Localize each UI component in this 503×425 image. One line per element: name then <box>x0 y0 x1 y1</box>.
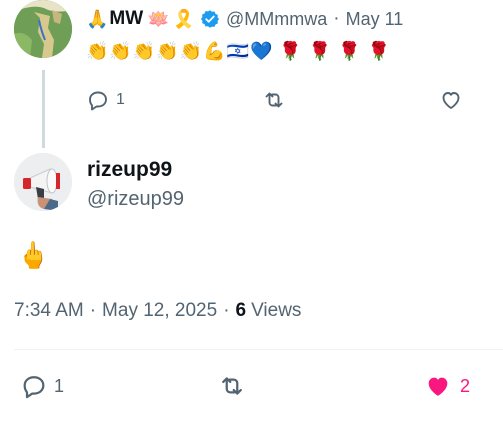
parent-reply-count: 1 <box>116 91 125 108</box>
clap-emoji: 👏 <box>86 41 109 61</box>
rose-emoji: 🌹 <box>308 41 332 61</box>
parent-like-button[interactable] <box>439 88 463 112</box>
header-separator: · <box>333 8 340 29</box>
verified-badge-icon <box>200 9 220 29</box>
views-count: 6 <box>235 300 247 321</box>
heart-filled-icon <box>428 377 448 396</box>
megaphone-avatar-image <box>14 153 72 211</box>
pray-emoji: 🙏 <box>86 9 109 29</box>
reply-display-name[interactable]: rizeup99 <box>87 158 172 182</box>
blue-heart-emoji: 💙 <box>249 41 273 61</box>
like-count: 2 <box>460 375 471 396</box>
clap-emoji: 👏 <box>179 41 203 61</box>
meta-separator: · <box>223 300 230 321</box>
clap-emoji: 👏 <box>109 41 132 61</box>
parent-reply-button[interactable]: 1 <box>86 88 125 112</box>
retweet-icon <box>265 92 283 108</box>
clap-emoji: 👏 <box>132 41 156 61</box>
retweet-button[interactable] <box>218 372 246 400</box>
reply-icon <box>23 376 45 399</box>
map-avatar-image <box>14 0 72 58</box>
heart-icon <box>442 92 460 109</box>
parent-retweet-button[interactable] <box>262 88 286 112</box>
reply-tweet-actions: 1 2 <box>20 372 503 402</box>
like-button[interactable]: 2 <box>424 372 470 400</box>
divider <box>14 349 503 350</box>
reply-icon <box>89 91 107 111</box>
parent-handle[interactable]: @MMmmwa <box>226 9 327 30</box>
parent-tweet-header: 🙏 MW 🪷 🎗️ @MMmmwa · May 11 <box>86 8 403 30</box>
thread-connector <box>42 70 45 148</box>
ribbon-emoji: 🎗️ <box>172 9 196 29</box>
reply-author-avatar[interactable] <box>14 153 72 211</box>
retweet-icon <box>222 377 242 395</box>
clap-emoji: 👏 <box>156 41 179 61</box>
rose-emoji: 🌹 <box>367 41 391 61</box>
parent-tweet-content: 👏 👏 👏 👏 👏 💪 🇮🇱 💙 🌹 🌹 🌹 🌹 <box>86 42 391 60</box>
views-label: Views <box>251 300 302 321</box>
meta-separator: · <box>89 300 97 321</box>
tweet-metadata: 7:34 AM · May 12, 2025 · 6 Views <box>14 300 301 322</box>
reply-count: 1 <box>54 375 65 396</box>
lotus-emoji: 🪷 <box>147 9 170 29</box>
parent-display-name[interactable]: MW <box>109 8 143 30</box>
reply-button[interactable]: 1 <box>20 372 64 400</box>
rose-emoji: 🌹 <box>279 41 302 61</box>
tweet-time[interactable]: 7:34 AM <box>14 300 84 322</box>
reply-handle[interactable]: @rizeup99 <box>87 188 184 211</box>
muscle-emoji: 💪 <box>203 41 226 61</box>
parent-avatar[interactable] <box>14 0 72 58</box>
rose-emoji: 🌹 <box>338 41 361 61</box>
reply-tweet-body: 🖕 <box>17 240 50 270</box>
parent-tweet-actions: 1 <box>86 88 466 116</box>
tweet-date[interactable]: May 12, 2025 <box>102 300 217 322</box>
israel-flag-emoji: 🇮🇱 <box>226 41 249 61</box>
parent-date[interactable]: May 11 <box>346 9 404 30</box>
